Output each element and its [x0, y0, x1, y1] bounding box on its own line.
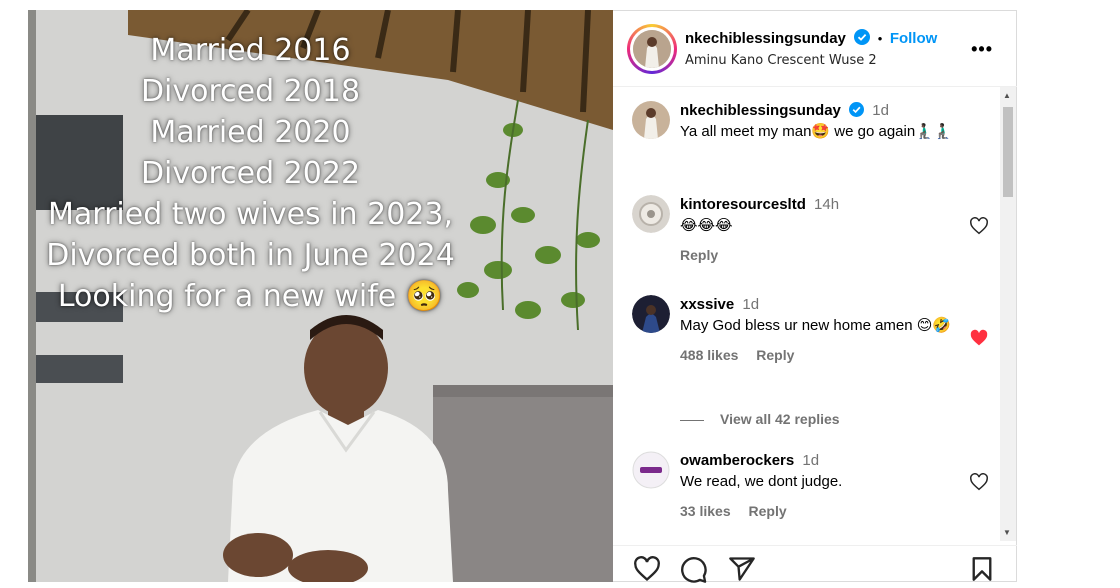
comment-meta: Reply: [680, 247, 970, 263]
avatar[interactable]: [632, 451, 670, 489]
post-image[interactable]: Married 2016 Divorced 2018 Married 2020 …: [28, 10, 613, 582]
verified-badge-icon: [854, 29, 871, 45]
comments-list[interactable]: nkechiblessingsunday 1d Ya all meet my m…: [613, 87, 1017, 541]
post-side-panel: nkechiblessingsunday • Follow Aminu Kano…: [613, 10, 1017, 583]
story-avatar[interactable]: [627, 24, 677, 74]
scroll-up-arrow-icon[interactable]: ▲: [1003, 91, 1011, 100]
likes-count[interactable]: 488 likes: [680, 347, 738, 363]
like-heart-icon[interactable]: [969, 217, 989, 235]
share-icon[interactable]: [728, 556, 756, 582]
comment-text: We read, we dont judge.: [680, 473, 843, 490]
comment-time[interactable]: 1d: [872, 102, 889, 119]
heart-icon[interactable]: [633, 556, 661, 582]
post-actions-bar: [613, 545, 1017, 583]
verified-badge-icon: [849, 102, 865, 117]
overlay-line: Divorced 2022: [140, 156, 361, 191]
scrollbar-thumb[interactable]: [1003, 107, 1013, 197]
comment-username[interactable]: kintoresourcesltd: [680, 196, 806, 213]
view-replies-button[interactable]: View all 42 replies: [680, 411, 840, 427]
reply-button[interactable]: Reply: [680, 247, 718, 263]
overlay-line: Married 2016: [150, 33, 351, 68]
comment-time[interactable]: 14h: [814, 196, 839, 213]
overlay-line: Divorced both in June 2024: [46, 238, 455, 273]
overlay-line: Looking for a new wife 🥺: [57, 279, 444, 314]
comment-username[interactable]: owamberockers: [680, 452, 794, 469]
comment-username[interactable]: xxssive: [680, 296, 734, 313]
scroll-down-arrow-icon[interactable]: ▼: [1003, 528, 1011, 537]
comment-meta: 33 likes Reply: [680, 503, 970, 519]
overlay-line: Married two wives in 2023,: [48, 197, 453, 232]
more-options-icon[interactable]: •••: [971, 39, 993, 60]
reply-button[interactable]: Reply: [749, 503, 787, 519]
comment-text: 😂😂😂: [680, 217, 733, 234]
avatar[interactable]: [632, 295, 670, 333]
likes-count[interactable]: 33 likes: [680, 503, 731, 519]
reply-button[interactable]: Reply: [756, 347, 794, 363]
comment-time[interactable]: 1d: [742, 296, 759, 313]
comment-time[interactable]: 1d: [802, 452, 819, 469]
comments-scrollbar[interactable]: ▲ ▼: [1000, 87, 1016, 541]
follow-button[interactable]: Follow: [890, 30, 938, 47]
divider: [680, 419, 704, 421]
overlay-line: Divorced 2018: [140, 74, 361, 109]
header-username[interactable]: nkechiblessingsunday: [685, 30, 846, 47]
overlay-line: Married 2020: [150, 115, 351, 150]
comment-meta: 488 likes Reply: [680, 347, 970, 363]
comment-username[interactable]: nkechiblessingsunday: [680, 102, 841, 119]
header-separator: •: [877, 31, 883, 46]
header-location[interactable]: Aminu Kano Crescent Wuse 2: [685, 53, 877, 68]
liked-heart-icon[interactable]: [969, 329, 989, 347]
comment-icon[interactable]: [680, 556, 708, 584]
comment-text: Ya all meet my man🤩 we go again🧎🏿‍♂️🧎🏿‍♂…: [680, 123, 953, 140]
avatar[interactable]: [632, 195, 670, 233]
like-heart-icon[interactable]: [969, 473, 989, 491]
comment-text: May God bless ur new home amen 😊🤣: [680, 317, 952, 334]
bookmark-icon[interactable]: [970, 556, 994, 582]
post-header: nkechiblessingsunday • Follow Aminu Kano…: [613, 11, 1017, 87]
post-caption-overlay: Married 2016 Divorced 2018 Married 2020 …: [28, 30, 473, 317]
avatar[interactable]: [632, 101, 670, 139]
